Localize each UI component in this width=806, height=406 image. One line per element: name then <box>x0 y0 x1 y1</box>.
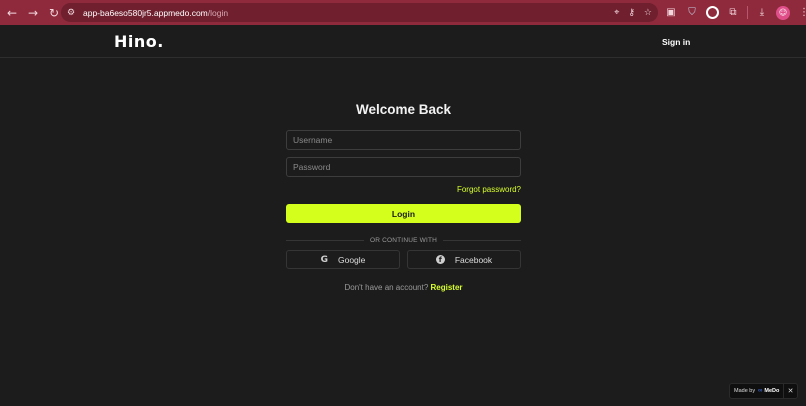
divider-line-right <box>443 239 521 241</box>
toolbar-divider <box>747 6 748 19</box>
address-bar[interactable]: ⚙ app-ba6eso580jr5.appmedo.com/login ⌖ ⚷… <box>61 3 658 22</box>
site-logo[interactable]: Hino. <box>114 32 164 51</box>
register-prompt: Don't have an account? Register <box>286 283 521 292</box>
extensions-puzzle-icon[interactable]: ⧉ <box>726 6 740 20</box>
made-by-text: Made by <box>734 388 756 394</box>
medo-brand: MeDo <box>764 388 780 394</box>
divider-text: OR CONTINUE WITH <box>369 236 438 244</box>
facebook-login-button[interactable]: f Facebook <box>407 250 521 269</box>
url-text: app-ba6eso580jr5.appmedo.com/login <box>83 7 229 18</box>
extensions-bar: ▣ ⛉ ⧉ ⤓ ☺ ⋮ <box>664 4 806 21</box>
or-divider: OR CONTINUE WITH <box>286 235 521 245</box>
no-account-text: Don't have an account? <box>344 283 429 292</box>
forgot-password-link[interactable]: Forgot password? <box>400 185 521 194</box>
download-icon[interactable]: ⤓ <box>755 6 769 20</box>
google-label: Google <box>337 254 366 265</box>
close-icon[interactable]: ✕ <box>783 384 797 398</box>
page-title: Welcome Back <box>355 102 452 117</box>
page: Hino. Sign in Welcome Back Forgot passwo… <box>0 25 806 406</box>
register-link[interactable]: Register <box>431 283 463 292</box>
facebook-label: Facebook <box>454 254 493 265</box>
profile-avatar[interactable]: ☺ <box>776 5 790 20</box>
active-extension-icon[interactable] <box>706 6 719 19</box>
google-icon: G <box>320 254 328 265</box>
media-icon[interactable]: ▣ <box>664 6 678 20</box>
medo-logo-icon: ∞ <box>758 388 763 394</box>
site-header: Hino. Sign in <box>0 25 806 58</box>
made-by-badge[interactable]: Made by ∞ MeDo ✕ <box>729 383 798 399</box>
back-icon[interactable]: ← <box>3 4 21 22</box>
address-bar-actions: ⌖ ⚷ ☆ <box>614 3 652 22</box>
sign-in-link[interactable]: Sign in <box>662 37 690 47</box>
forward-icon[interactable]: → <box>24 4 42 22</box>
kebab-menu-icon[interactable]: ⋮ <box>797 6 806 20</box>
password-key-icon[interactable]: ⚷ <box>628 8 635 18</box>
location-icon[interactable]: ⌖ <box>614 8 619 18</box>
bookmark-star-icon[interactable]: ☆ <box>644 8 652 18</box>
site-settings-icon[interactable]: ⚙ <box>67 8 81 18</box>
browser-toolbar: ← → ↻ ⚙ app-ba6eso580jr5.appmedo.com/log… <box>0 0 806 25</box>
facebook-icon: f <box>435 255 445 264</box>
login-button[interactable]: Login <box>286 204 521 223</box>
password-input[interactable] <box>286 157 521 177</box>
divider-line-left <box>286 239 364 241</box>
google-login-button[interactable]: G Google <box>286 250 400 269</box>
username-input[interactable] <box>286 130 521 150</box>
shield-extension-icon[interactable]: ⛉ <box>685 6 699 20</box>
